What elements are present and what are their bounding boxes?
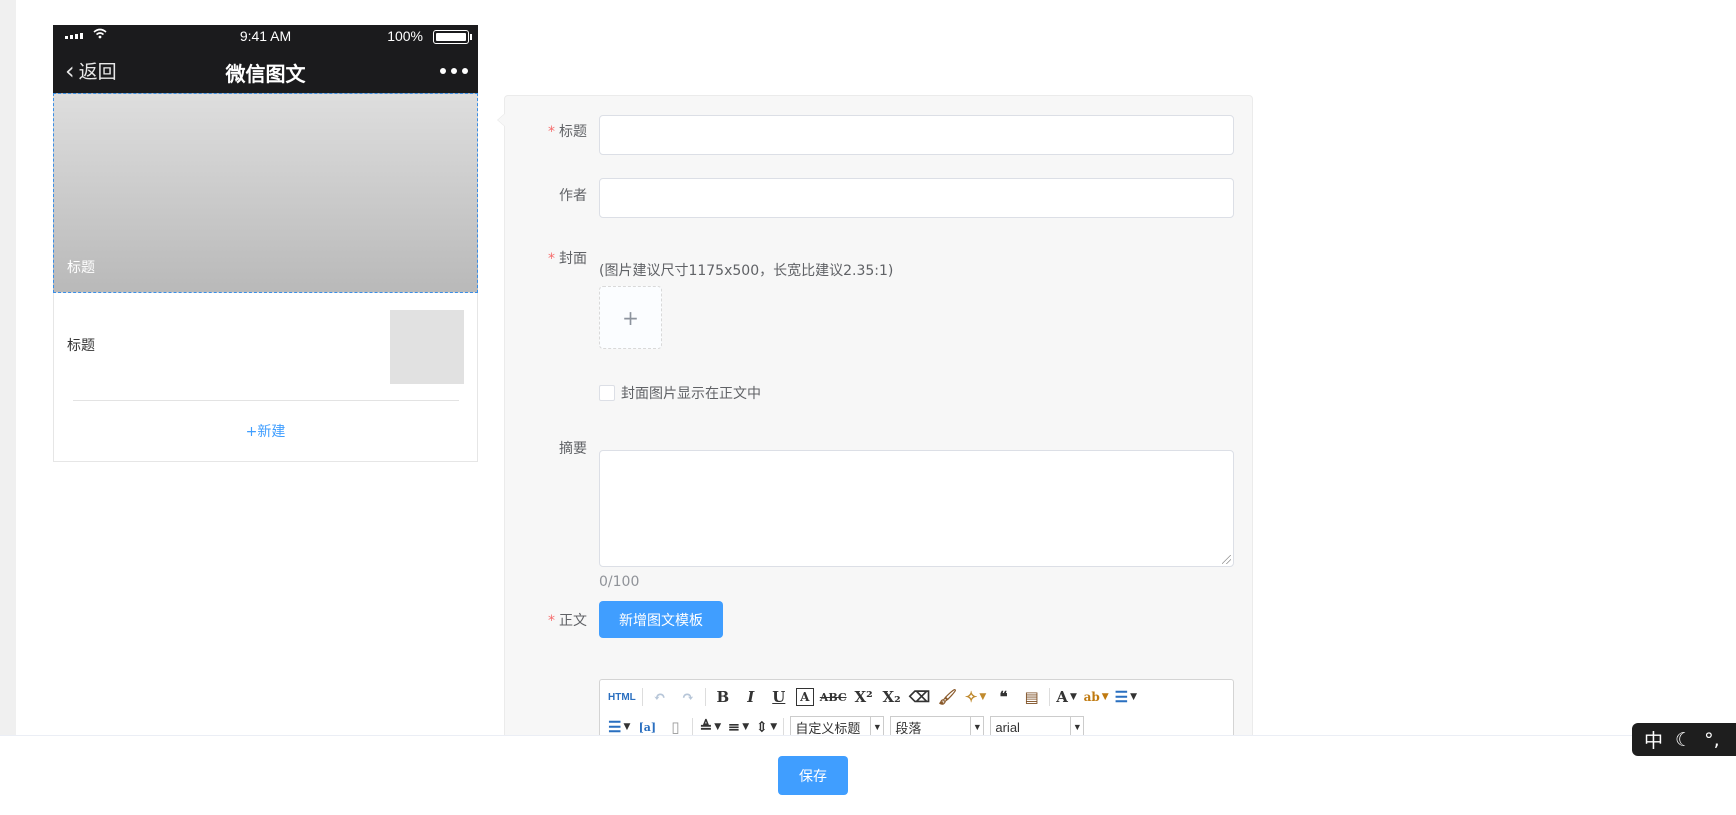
underline-icon[interactable]: U [768,686,790,708]
undo-icon[interactable]: ↶ [649,686,671,708]
summary-textarea[interactable] [599,450,1234,567]
format-brush-icon[interactable]: 🖌 [937,686,959,708]
phone-preview: 9:41 AM 100% ‹ 返回 微信图文 标题 标题 +新建 [53,25,478,462]
article-form-panel: * 标题 作者 * 封面 (图片建议尺寸1175x500，长宽比建议2.35:1) … [497,95,1253,749]
title-label: * 标题 [548,124,587,140]
show-cover-checkbox[interactable]: 封面图片显示在正文中 [599,383,761,403]
magic-wand-icon[interactable]: ✧ ▼ [965,686,987,708]
cover-article-title: 标题 [67,260,95,276]
border-text-icon[interactable]: A [795,688,814,706]
redo-icon[interactable]: ↷ [677,686,699,708]
body-label: * 正文 [548,613,587,629]
summary-counter: 0/100 [599,574,640,590]
summary-label: 摘要 [559,441,587,457]
ordered-list-icon[interactable]: ☰ ▼ [1115,686,1137,708]
list-item-thumbnail [390,310,464,384]
status-bar: 9:41 AM 100% [53,25,478,47]
phone-nav-title: 微信图文 [225,62,306,86]
editor-toolbar-row-1: HTML ↶ ↷ B I U A ABC X² X₂ ⌫ 🖌 ✧ ▼ ❝ ▤ A ▼… [608,686,1137,708]
punctuation-icon[interactable]: °, [1704,729,1720,751]
phone-nav-bar: ‹ 返回 微信图文 [53,47,478,93]
cover-article-card[interactable]: 标题 [53,93,478,293]
ime-mode[interactable]: 中 [1644,726,1663,753]
cover-size-hint: (图片建议尺寸1175x500，长宽比建议2.35:1) [599,263,894,279]
strikethrough-icon[interactable]: ABC [820,686,847,708]
resize-handle[interactable] [1222,555,1231,564]
battery-icon [433,30,472,44]
battery-percent: 100% [387,28,423,44]
save-button[interactable]: 保存 [778,756,848,795]
list-item[interactable]: 标题 [54,293,477,400]
italic-icon[interactable]: I [740,686,762,708]
required-mark: * [548,124,555,140]
html-source-button[interactable]: HTML [608,686,636,708]
paste-icon[interactable]: ▤ [1021,686,1043,708]
panel-pointer [497,113,506,127]
moon-icon[interactable]: ☾ [1675,729,1692,751]
left-rail [0,0,16,735]
divider [73,400,459,401]
new-article-link[interactable]: +新建 [54,421,477,441]
highlight-icon[interactable]: ab ▼ [1084,686,1109,708]
bottom-action-bar: 保存 [0,735,1736,815]
show-cover-label: 封面图片显示在正文中 [621,386,761,402]
author-input[interactable] [599,178,1234,218]
bold-icon[interactable]: B [712,686,734,708]
author-label: 作者 [559,188,587,204]
title-input[interactable] [599,115,1234,155]
article-list: 标题 +新建 [53,293,478,462]
required-mark: * [548,613,555,629]
checkbox-box[interactable] [599,385,615,401]
more-icon[interactable] [440,68,468,74]
cover-upload-button[interactable]: + [599,286,662,349]
eraser-icon[interactable]: ⌫ [909,686,931,708]
superscript-icon[interactable]: X² [853,686,875,708]
quote-icon[interactable]: ❝ [993,686,1015,708]
plus-icon: + [622,305,639,330]
cover-label: * 封面 [548,251,587,267]
list-item-title: 标题 [67,338,95,354]
font-color-icon[interactable]: A ▼ [1056,686,1078,708]
required-mark: * [548,251,555,267]
subscript-icon[interactable]: X₂ [881,686,903,708]
add-template-button[interactable]: 新增图文模板 [599,601,723,638]
ime-toolbar[interactable]: 中 ☾ °, [1632,723,1736,756]
